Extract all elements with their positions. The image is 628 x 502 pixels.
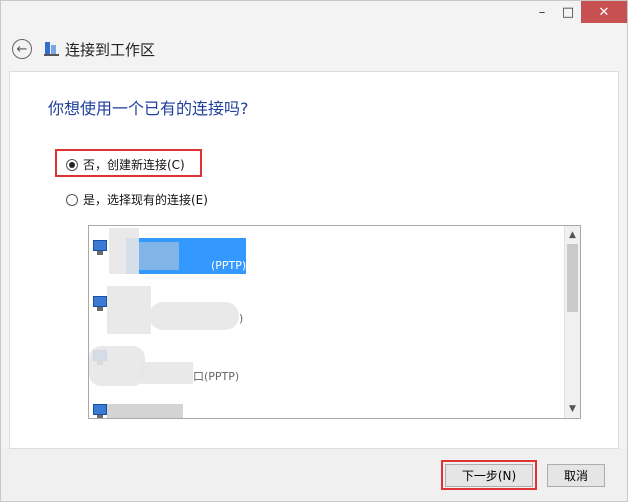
connection-type-label: (PPTP) xyxy=(211,259,247,272)
minimize-button[interactable]: – xyxy=(529,1,555,23)
blurred-name xyxy=(107,404,183,418)
option-use-existing[interactable]: 是，选择现有的连接(E) xyxy=(66,191,208,208)
chevron-down-icon: ▼ xyxy=(569,404,576,414)
wizard-footer: 下一步(N) 取消 xyxy=(1,449,627,501)
minimize-icon: – xyxy=(538,4,546,20)
network-workplace-icon xyxy=(44,42,59,56)
connection-type-label: 口(PPTP) xyxy=(193,370,240,383)
option-use-existing-label: 是，选择现有的连接(E) xyxy=(83,193,208,207)
wizard-header: ← 连接到工作区 xyxy=(1,29,627,71)
close-icon: ✕ xyxy=(598,4,610,20)
blurred-name xyxy=(149,302,239,330)
blurred-name xyxy=(109,228,139,274)
scroll-down-button[interactable]: ▼ xyxy=(565,402,580,416)
scroll-up-button[interactable]: ▲ xyxy=(565,228,580,242)
next-button[interactable]: 下一步(N) xyxy=(445,464,533,487)
blurred-name xyxy=(139,242,179,270)
page-question: 你想使用一个已有的连接吗? xyxy=(48,99,249,118)
option-create-new-label: 否，创建新连接(C) xyxy=(83,158,185,172)
blurred-name xyxy=(89,346,145,386)
vpn-connection-icon xyxy=(93,404,107,418)
title-bar: – □ ✕ xyxy=(1,1,627,29)
close-button[interactable]: ✕ xyxy=(581,1,627,23)
maximize-button[interactable]: □ xyxy=(555,1,581,23)
back-arrow-icon: ← xyxy=(16,41,28,57)
chevron-up-icon: ▲ xyxy=(569,230,576,240)
scroll-thumb[interactable] xyxy=(567,244,578,312)
vpn-connection-icon xyxy=(93,296,107,312)
dialog-window: – □ ✕ ← 连接到工作区 你想使用一个已有的连接吗? 否，创建新连接(C) … xyxy=(0,0,628,502)
back-button[interactable]: ← xyxy=(12,39,32,59)
wizard-content: 你想使用一个已有的连接吗? 否，创建新连接(C) 是，选择现有的连接(E) (P… xyxy=(9,71,619,449)
radio-create-new[interactable] xyxy=(66,158,78,171)
radio-use-existing[interactable] xyxy=(66,193,78,206)
existing-connections-list[interactable]: (PPTP) ) 口(PPTP) ▲ ▼ xyxy=(88,225,581,419)
option-create-new[interactable]: 否，创建新连接(C) xyxy=(66,156,185,173)
wizard-title: 连接到工作区 xyxy=(65,41,156,59)
list-item[interactable]: ) xyxy=(89,282,565,338)
vpn-connection-icon xyxy=(93,240,107,256)
connection-type-label: ) xyxy=(239,312,244,325)
list-item[interactable]: 口(PPTP) xyxy=(89,338,565,394)
list-scrollbar[interactable]: ▲ ▼ xyxy=(564,226,580,418)
cancel-button[interactable]: 取消 xyxy=(547,464,605,487)
blurred-name xyxy=(107,286,151,334)
list-item[interactable]: (PPTP) xyxy=(89,226,565,282)
maximize-icon: □ xyxy=(561,4,575,20)
blurred-name xyxy=(141,362,193,384)
list-item[interactable] xyxy=(89,394,565,418)
